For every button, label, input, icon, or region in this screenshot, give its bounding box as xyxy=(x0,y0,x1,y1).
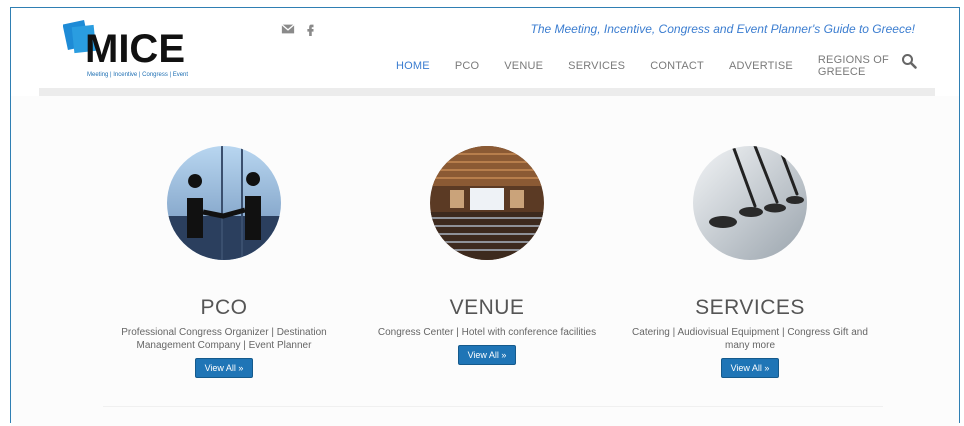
header-divider xyxy=(39,88,935,96)
svg-text:Meeting | Incentive | Congress: Meeting | Incentive | Congress | Event xyxy=(87,72,188,78)
section-services: SERVICES Catering | Audiovisual Equipmen… xyxy=(610,146,890,378)
nav-item-services[interactable]: SERVICES xyxy=(568,60,625,72)
site-tagline: The Meeting, Incentive, Congress and Eve… xyxy=(530,22,915,36)
section-description: Catering | Audiovisual Equipment | Congr… xyxy=(632,327,868,351)
search-icon[interactable] xyxy=(901,53,917,69)
facebook-icon[interactable] xyxy=(303,22,317,36)
nav-item-venue[interactable]: VENUE xyxy=(504,60,543,72)
main-content: PCO Professional Congress Organizer | De… xyxy=(11,96,959,426)
envelope-icon[interactable] xyxy=(281,22,295,36)
section-description: Professional Congress Organizer | Destin… xyxy=(121,327,327,351)
svg-text:MICE: MICE xyxy=(85,27,185,71)
section-title: VENUE xyxy=(449,296,525,319)
section-description: Congress Center | Hotel with conference … xyxy=(377,327,597,338)
pco-image[interactable] xyxy=(167,146,281,260)
page-frame: MICE Meeting | Incentive | Congress | Ev… xyxy=(10,7,960,426)
services-image[interactable] xyxy=(693,146,807,260)
section-title: SERVICES xyxy=(695,296,805,319)
venue-image[interactable] xyxy=(430,146,544,260)
nav-item-home[interactable]: HOME xyxy=(396,60,430,72)
section-venue: VENUE Congress Center | Hotel with confe… xyxy=(347,146,627,365)
section-pco: PCO Professional Congress Organizer | De… xyxy=(84,146,364,378)
view-all-button[interactable]: View All » xyxy=(720,358,780,378)
view-all-button[interactable]: View All » xyxy=(194,358,254,378)
social-links xyxy=(281,22,317,36)
nav-item-pco[interactable]: PCO xyxy=(455,60,479,72)
nav-item-contact[interactable]: CONTACT xyxy=(650,60,704,72)
content-divider xyxy=(103,406,883,407)
nav-item-advertise[interactable]: ADVERTISE xyxy=(729,60,793,72)
view-all-button[interactable]: View All » xyxy=(457,345,517,365)
mice-logo[interactable]: MICE Meeting | Incentive | Congress | Ev… xyxy=(63,18,223,80)
site-header: MICE Meeting | Incentive | Congress | Ev… xyxy=(11,8,959,90)
section-title: PCO xyxy=(200,296,248,319)
main-nav: HOME PCO VENUE SERVICES CONTACT ADVERTIS… xyxy=(396,54,959,78)
